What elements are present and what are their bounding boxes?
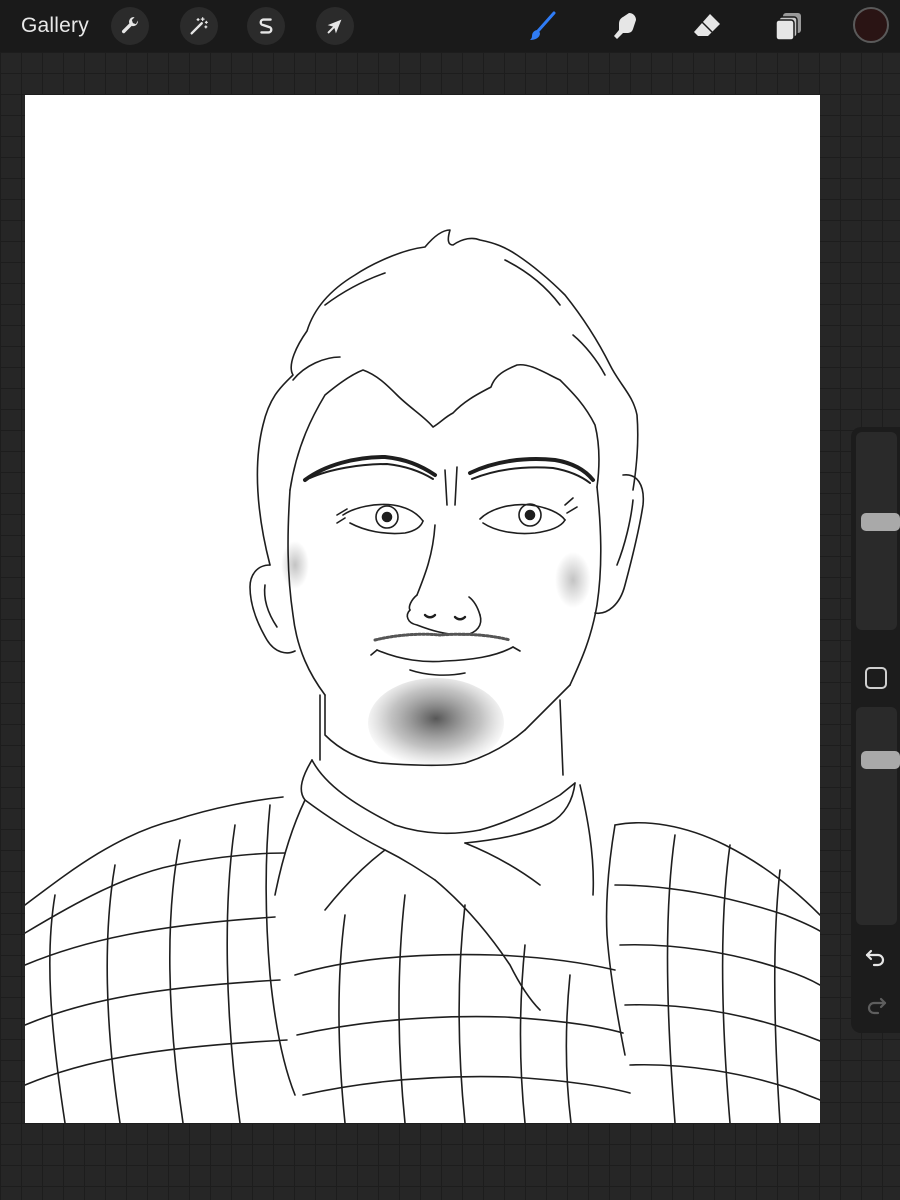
brush-opacity-handle[interactable] — [861, 751, 900, 769]
brush-opacity-slider[interactable] — [856, 707, 900, 925]
smudge-tool-button[interactable] — [607, 8, 643, 44]
top-toolbar: Gallery — [0, 0, 900, 52]
undo-button[interactable] — [863, 942, 889, 968]
transform-button[interactable] — [316, 7, 354, 45]
layers-icon — [775, 13, 801, 41]
paintbrush-icon — [530, 11, 556, 40]
arrow-cursor-icon — [327, 19, 342, 34]
brush-tool-button[interactable] — [525, 8, 561, 44]
color-picker-button[interactable] — [853, 7, 889, 43]
selection-button[interactable] — [247, 7, 285, 45]
undo-arrow-icon — [865, 949, 885, 967]
procreate-app: Gallery — [0, 0, 900, 1200]
magic-wand-icon — [190, 17, 208, 35]
line-art-portrait-icon — [25, 229, 820, 1123]
brush-sidebar — [851, 427, 900, 1033]
wrench-icon — [121, 17, 138, 34]
drawing-canvas[interactable] — [25, 95, 820, 1123]
brush-size-handle[interactable] — [861, 513, 900, 531]
gallery-button[interactable]: Gallery — [21, 14, 89, 38]
eraser-tool-button[interactable] — [689, 8, 725, 44]
brush-size-slider[interactable] — [856, 432, 900, 630]
selection-s-icon — [259, 18, 273, 34]
eraser-icon — [694, 14, 720, 36]
layers-button[interactable] — [771, 8, 807, 44]
redo-button[interactable] — [863, 990, 889, 1016]
modify-button[interactable] — [865, 667, 887, 689]
actions-button[interactable] — [111, 7, 149, 45]
adjustments-button[interactable] — [180, 7, 218, 45]
redo-arrow-icon — [867, 997, 887, 1015]
smudge-finger-icon — [614, 13, 636, 39]
